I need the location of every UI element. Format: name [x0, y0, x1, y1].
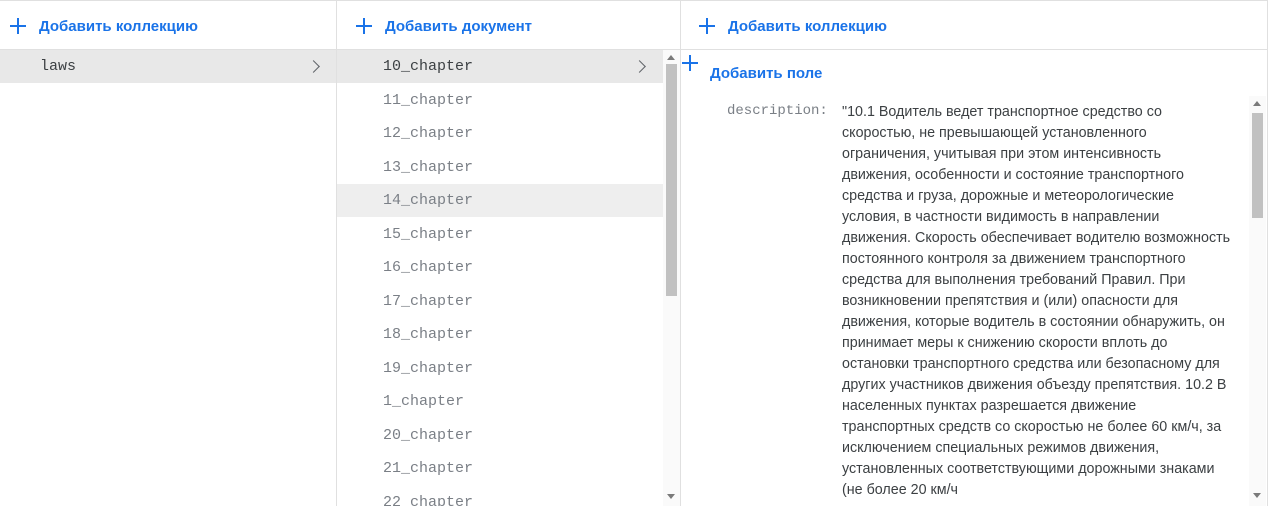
document-item[interactable]: 13_chapter	[337, 151, 663, 184]
scroll-up-arrow-icon[interactable]	[1253, 101, 1261, 106]
document-item[interactable]: 17_chapter	[337, 285, 663, 318]
document-item[interactable]: 10_chapter	[337, 50, 663, 83]
plus-icon	[355, 17, 373, 35]
fields-scrollbar[interactable]	[1249, 96, 1266, 506]
chevron-right-icon	[633, 60, 646, 73]
scroll-down-arrow-icon[interactable]	[667, 494, 675, 499]
document-item[interactable]: 19_chapter	[337, 352, 663, 385]
document-item-label: 19_chapter	[383, 359, 474, 377]
document-item-label: 1_chapter	[383, 393, 465, 410]
document-item-label: 13_chapter	[383, 158, 474, 176]
scrollbar-thumb[interactable]	[666, 64, 677, 296]
add-document-label: Добавить документ	[385, 17, 532, 35]
document-item-label: 15_chapter	[383, 225, 474, 243]
plus-icon	[698, 17, 716, 35]
field-key-description[interactable]: description:	[727, 103, 828, 119]
document-item[interactable]: 15_chapter	[337, 218, 663, 251]
scroll-up-arrow-icon[interactable]	[667, 55, 675, 60]
document-item[interactable]: 16_chapter	[337, 251, 663, 284]
add-subcollection-button[interactable]: Добавить коллекцию	[681, 7, 1267, 45]
collections-panel: Добавить коллекцию laws	[0, 0, 337, 506]
header-divider	[681, 49, 1267, 50]
document-item[interactable]: 11_chapter	[337, 84, 663, 117]
document-item-label: 16_chapter	[383, 259, 474, 276]
add-field-button[interactable]: Добавить поле	[681, 54, 1267, 92]
document-item[interactable]: 18_chapter	[337, 318, 663, 351]
chevron-right-icon	[307, 60, 320, 73]
document-item-label: 11_chapter	[383, 91, 474, 109]
document-item-label: 20_chapter	[383, 426, 474, 444]
add-collection-label: Добавить коллекцию	[39, 17, 198, 35]
document-item[interactable]: 22_chapter	[337, 486, 663, 506]
documents-panel: Добавить документ 10_chapter 11_chapter 12…	[337, 0, 681, 506]
add-subcollection-label: Добавить коллекцию	[728, 17, 887, 35]
top-divider	[0, 0, 336, 4]
collection-item-laws[interactable]: laws	[0, 50, 336, 83]
plus-icon	[9, 17, 27, 35]
document-item[interactable]: 21_chapter	[337, 452, 663, 485]
document-item[interactable]: 20_chapter	[337, 419, 663, 452]
documents-scrollbar[interactable]	[663, 50, 680, 506]
field-value-description[interactable]: "10.1 Водитель ведет транспортное средст…	[842, 102, 1232, 501]
top-divider	[337, 0, 680, 4]
document-item-label: 22_chapter	[383, 493, 474, 506]
add-document-button[interactable]: Добавить документ	[337, 7, 680, 45]
top-divider	[681, 0, 1267, 4]
document-item-label: 14_chapter	[383, 192, 474, 209]
window-edge	[1268, 0, 1280, 506]
scroll-down-arrow-icon[interactable]	[1253, 493, 1261, 498]
document-item[interactable]: 14_chapter	[337, 184, 663, 217]
document-item-label: 17_chapter	[383, 292, 474, 310]
document-item-label: 10_chapter	[383, 58, 474, 75]
add-collection-button[interactable]: Добавить коллекцию	[0, 7, 336, 45]
collection-item-label: laws	[40, 58, 77, 75]
add-field-label: Добавить поле	[710, 64, 823, 82]
scrollbar-thumb[interactable]	[1252, 113, 1263, 218]
document-item[interactable]: 1_chapter	[337, 385, 663, 418]
document-fields-panel: Добавить коллекцию Добавить поле descrip…	[681, 0, 1268, 506]
document-item-label: 12_chapter	[383, 125, 474, 142]
document-item-label: 21_chapter	[383, 460, 474, 477]
document-item-label: 18_chapter	[383, 326, 474, 343]
document-item[interactable]: 12_chapter	[337, 117, 663, 150]
